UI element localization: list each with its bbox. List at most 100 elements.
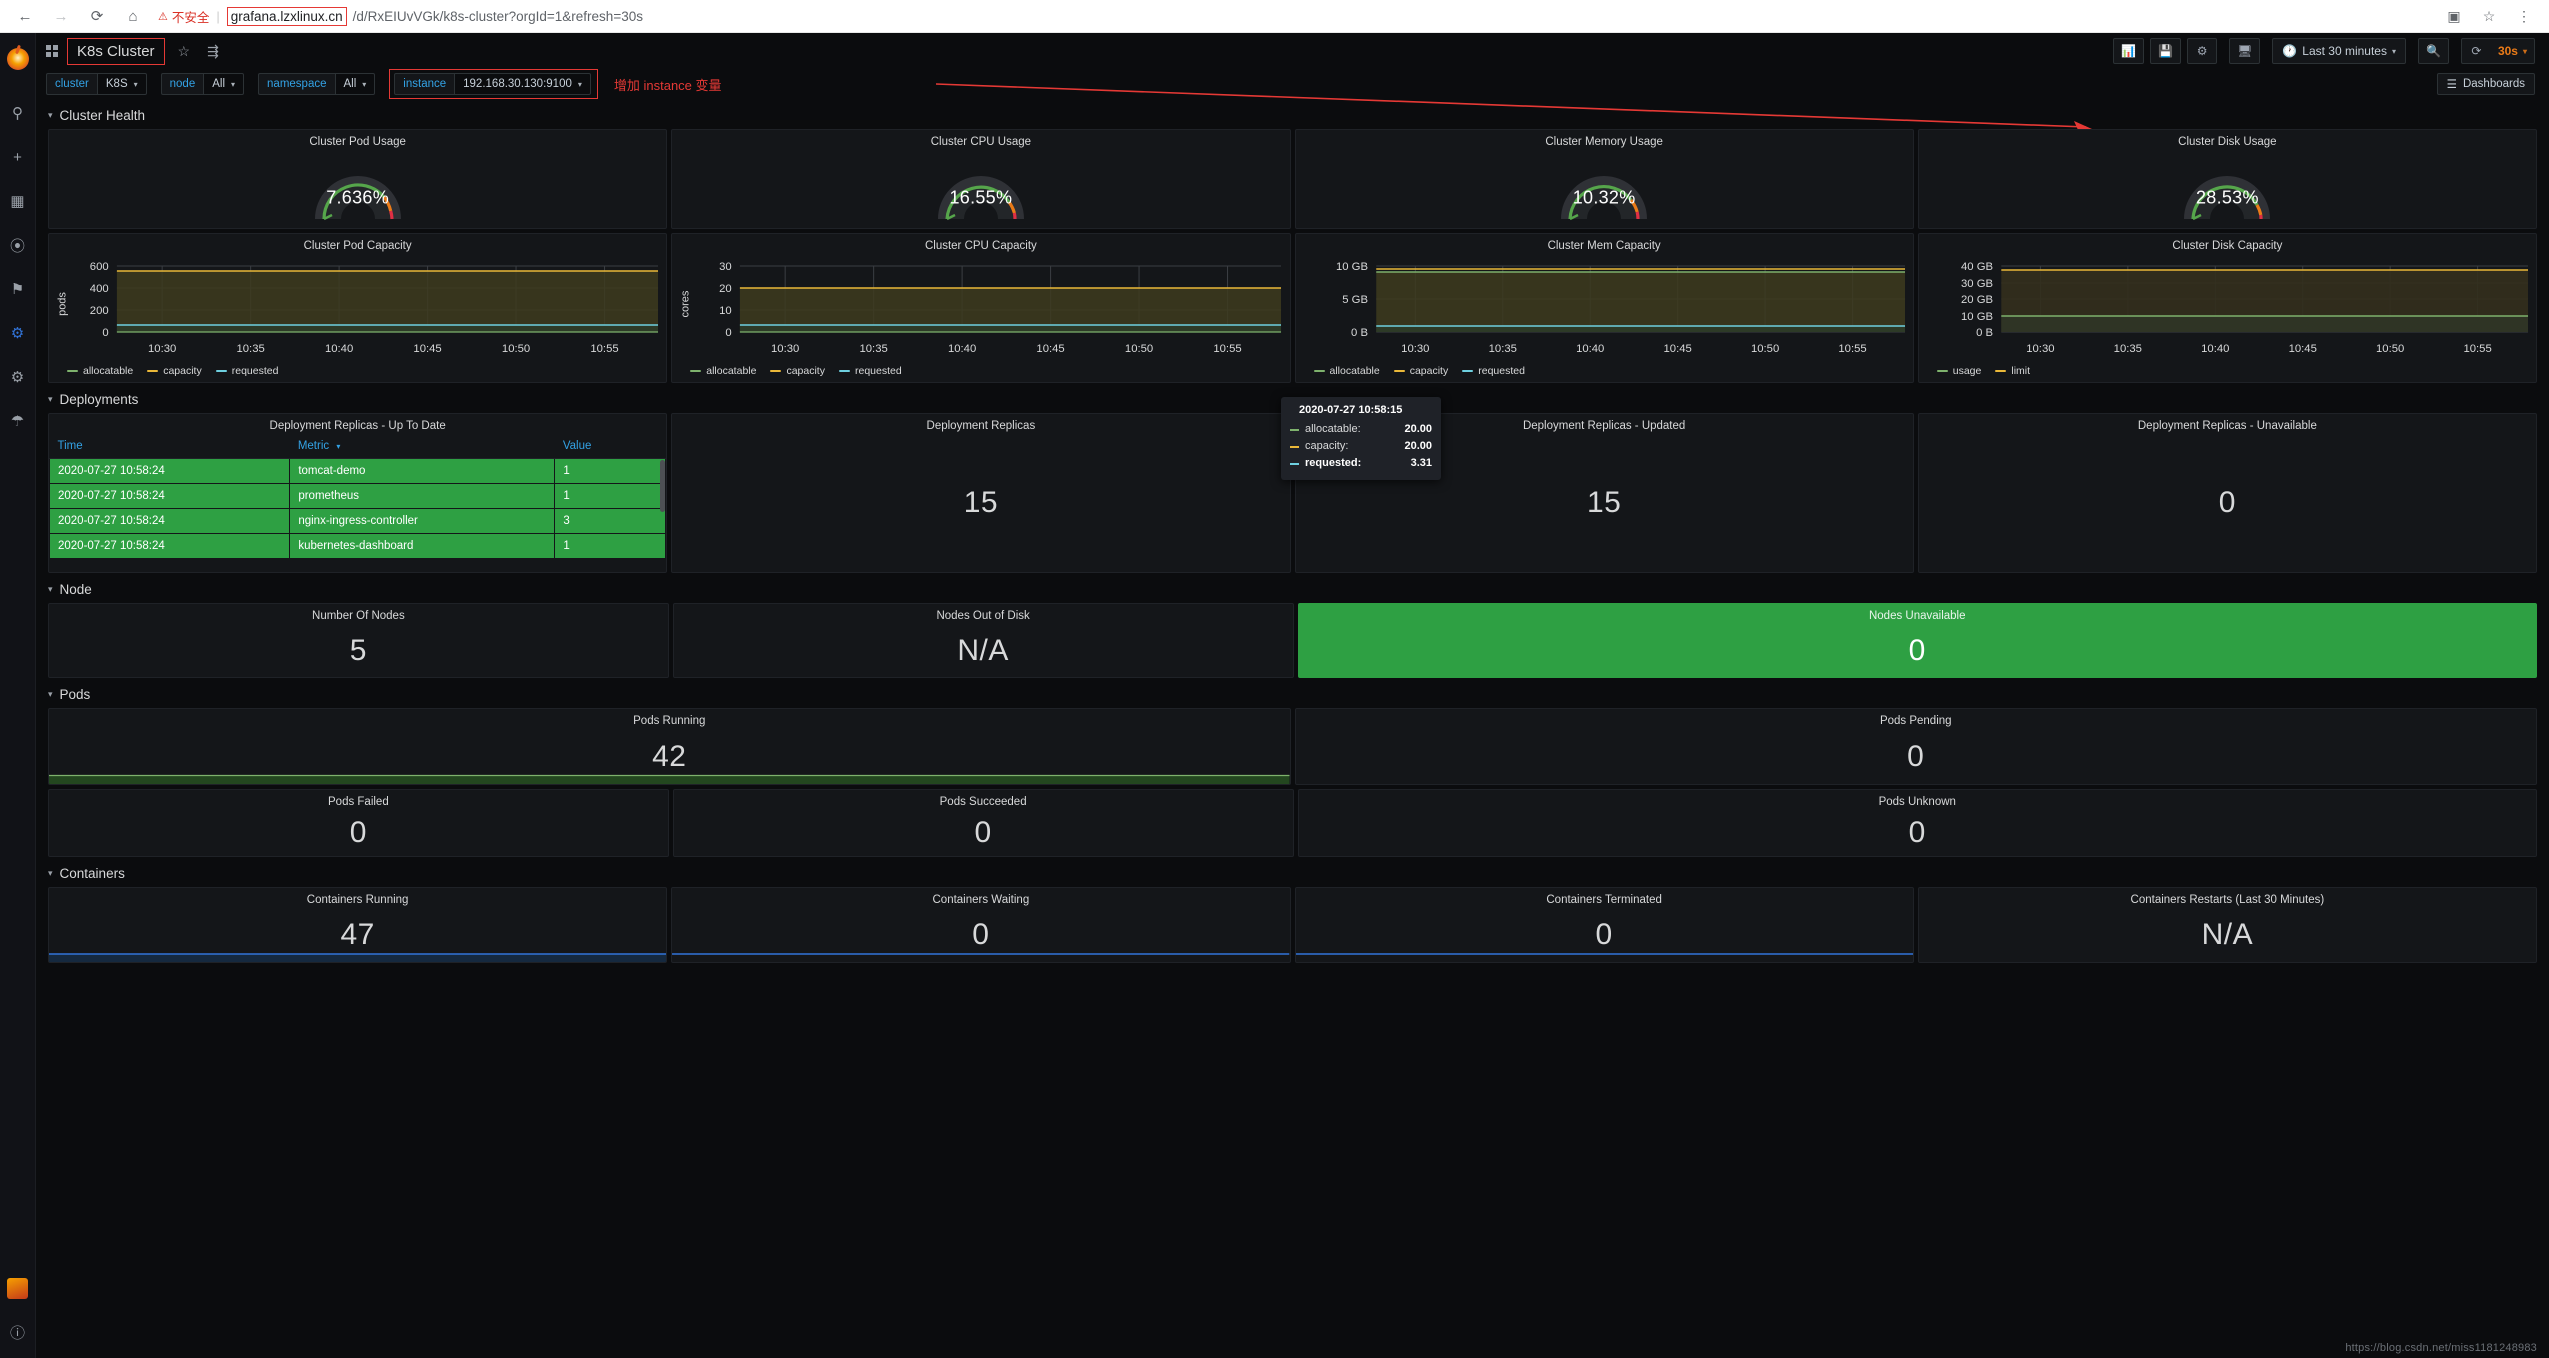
panel-number-of-nodes[interactable]: Number Of Nodes 5 <box>48 603 669 678</box>
gear-icon[interactable]: ⚙ <box>2187 38 2218 64</box>
sidebar-item-shield[interactable]: ☂ <box>0 403 36 439</box>
share-icon[interactable]: ⇶ <box>203 43 223 60</box>
sidebar-item-configuration[interactable]: ⚙ <box>0 315 36 351</box>
sidebar-item-alerting[interactable]: ⚑ <box>0 271 36 307</box>
panel-containers-waiting[interactable]: Containers Waiting 0 <box>671 887 1291 963</box>
sidebar-item-user-avatar[interactable] <box>0 1270 36 1306</box>
svg-text:10:45: 10:45 <box>1037 343 1065 355</box>
add-panel-icon[interactable]: 📊 <box>2113 38 2145 64</box>
sidebar-item-create[interactable]: + <box>0 139 36 175</box>
extensions-icon[interactable]: ▣ <box>2443 5 2465 27</box>
dashboards-button[interactable]: ☰ Dashboards <box>2436 73 2535 95</box>
row-header-node[interactable]: ▾ Node <box>48 577 2537 601</box>
table-scroll-area[interactable]: Time Metric ▾ Value 2020-07-27 10:58:24 … <box>49 434 667 572</box>
panel-pods-pending[interactable]: Pods Pending 0 <box>1294 708 2537 785</box>
legend-item[interactable]: limit <box>1995 365 2030 377</box>
column-header-metric[interactable]: Metric ▾ <box>289 434 555 459</box>
forward-arrow-icon[interactable]: → <box>50 5 72 27</box>
panel-pods-failed[interactable]: Pods Failed 0 <box>48 789 669 857</box>
row-header-cluster-health[interactable]: ▾ Cluster Health <box>48 103 2537 127</box>
variable-node-value[interactable]: All ▾ <box>203 73 245 95</box>
table-row[interactable]: 2020-07-27 10:58:24 prometheus 1 <box>49 483 667 509</box>
panel-cluster-disk-capacity[interactable]: Cluster Disk Capacity 40 GB 30 GB 20 GB … <box>1917 233 2537 383</box>
sparkline-svg <box>49 953 667 962</box>
sidebar-item-server-admin[interactable]: ⚙ <box>0 359 36 395</box>
panel-deployment-replicas[interactable]: Deployment Replicas 15 <box>671 413 1291 573</box>
sidebar-item-search[interactable]: ⚲ <box>0 95 36 131</box>
watermark: https://blog.csdn.net/miss1181248983 <box>2345 1342 2537 1354</box>
row-title-containers: Containers <box>59 865 125 881</box>
chevron-down-icon: ▾ <box>48 583 53 594</box>
panel-nodes-unavailable[interactable]: Nodes Unavailable 0 <box>1297 603 2537 678</box>
panel-pods-succeeded[interactable]: Pods Succeeded 0 <box>672 789 1294 857</box>
svg-text:0 B: 0 B <box>1976 327 1993 339</box>
address-bar[interactable]: ⚠ 不安全 | grafana.lzxlinux.cn /d/RxEIUvVGk… <box>158 5 2429 28</box>
home-icon[interactable]: ⌂ <box>122 5 144 27</box>
panel-deployment-replicas-unavailable[interactable]: Deployment Replicas - Unavailable 0 <box>1917 413 2537 573</box>
legend-label: allocatable <box>706 365 757 377</box>
panel-nodes-out-of-disk[interactable]: Nodes Out of Disk N/A <box>672 603 1294 678</box>
tv-mode-icon[interactable]: 🖥 <box>2229 38 2261 64</box>
legend-item[interactable]: allocatable <box>690 365 756 377</box>
bookmark-star-icon[interactable]: ☆ <box>2478 5 2500 27</box>
legend-item[interactable]: usage <box>1936 365 1981 377</box>
legend-item[interactable]: requested <box>1462 365 1525 377</box>
variable-namespace-value[interactable]: All ▾ <box>334 73 376 95</box>
sidebar-item-dashboards[interactable]: ▦ <box>0 183 36 219</box>
page-title[interactable]: K8s Cluster <box>67 37 165 65</box>
variable-namespace[interactable]: namespace All ▾ <box>258 73 376 95</box>
refresh-icon[interactable]: ⟳ <box>2460 38 2491 64</box>
variable-cluster-value[interactable]: K8S ▾ <box>96 73 147 95</box>
panel-deployment-replicas-up-to-date[interactable]: Deployment Replicas - Up To Date Time Me… <box>48 413 668 573</box>
variable-instance[interactable]: instance 192.168.30.130:9100 ▾ <box>394 73 591 95</box>
star-icon[interactable]: ☆ <box>174 43 195 60</box>
legend-item[interactable]: requested <box>215 365 278 377</box>
variable-node[interactable]: node All ▾ <box>160 73 245 95</box>
variable-cluster[interactable]: cluster K8S ▾ <box>46 73 147 95</box>
row-header-containers[interactable]: ▾ Containers <box>48 861 2537 885</box>
svg-text:10:35: 10:35 <box>860 343 888 355</box>
column-header-time[interactable]: Time <box>49 434 290 459</box>
panel-cluster-mem-capacity[interactable]: Cluster Mem Capacity 10 GB 5 GB 0 B 10:3… <box>1294 233 1914 383</box>
legend-item[interactable]: allocatable <box>1313 365 1380 377</box>
legend-item[interactable]: capacity <box>1393 365 1448 377</box>
omnibox-divider: | <box>216 8 220 24</box>
panel-containers-running[interactable]: Containers Running 47 <box>48 887 668 963</box>
panel-cluster-disk-usage[interactable]: Cluster Disk Usage 28.53% <box>1917 129 2537 229</box>
legend-item[interactable]: requested <box>838 365 902 377</box>
table-row[interactable]: 2020-07-27 10:58:24 kubernetes-dashboard… <box>49 533 667 559</box>
time-range-picker[interactable]: 🕐 Last 30 minutes ▾ <box>2272 38 2406 64</box>
table-row[interactable]: 2020-07-27 10:58:24 nginx-ingress-contro… <box>49 508 667 534</box>
panel-containers-terminated[interactable]: Containers Terminated 0 <box>1294 887 1914 963</box>
panel-cluster-memory-usage[interactable]: Cluster Memory Usage 10.32% <box>1294 129 1914 229</box>
sidebar-item-help[interactable]: ⓘ <box>0 1314 36 1350</box>
legend-item[interactable]: allocatable <box>67 365 133 377</box>
column-header-value[interactable]: Value <box>554 434 666 459</box>
legend-item[interactable]: capacity <box>147 365 202 377</box>
zoom-out-icon[interactable]: 🔍 <box>2418 38 2449 64</box>
reload-icon[interactable]: ⟳ <box>86 5 108 27</box>
table-row[interactable]: 2020-07-27 10:58:24 tomcat-demo 1 <box>49 458 667 484</box>
sidebar-item-explore[interactable]: ⦿ <box>0 227 36 263</box>
apps-grid-icon[interactable] <box>46 45 58 57</box>
panel-cluster-pod-usage[interactable]: Cluster Pod Usage 7.636% <box>48 129 668 229</box>
insecure-badge[interactable]: ⚠ 不安全 <box>158 7 209 26</box>
panel-pods-running[interactable]: Pods Running 42 <box>48 708 1291 785</box>
svg-text:600: 600 <box>90 261 109 273</box>
back-arrow-icon[interactable]: ← <box>14 5 36 27</box>
panel-pods-unknown[interactable]: Pods Unknown 0 <box>1297 789 2537 857</box>
table-scrollbar[interactable] <box>660 460 666 512</box>
save-icon[interactable]: 💾 <box>2150 38 2182 64</box>
variable-instance-value[interactable]: 192.168.30.130:9100 ▾ <box>454 73 591 95</box>
panel-cluster-cpu-capacity[interactable]: Cluster CPU Capacity 30 20 10 0 cores 10… <box>671 233 1291 383</box>
cell-time: 2020-07-27 10:58:24 <box>49 508 291 534</box>
panel-cluster-cpu-usage[interactable]: Cluster CPU Usage 16.55% <box>671 129 1291 229</box>
panel-body: 10.32% <box>1296 150 1913 228</box>
panel-containers-restarts[interactable]: Containers Restarts (Last 30 Minutes) N/… <box>1917 887 2537 963</box>
legend-item[interactable]: capacity <box>770 365 825 377</box>
row-header-pods[interactable]: ▾ Pods <box>48 682 2537 706</box>
grafana-logo[interactable] <box>0 41 36 77</box>
refresh-interval[interactable]: 30s ▾ <box>2490 38 2535 64</box>
panel-cluster-pod-capacity[interactable]: Cluster Pod Capacity 600 400 200 0 pods … <box>48 233 668 383</box>
overflow-menu-icon[interactable]: ⋮ <box>2513 5 2535 27</box>
